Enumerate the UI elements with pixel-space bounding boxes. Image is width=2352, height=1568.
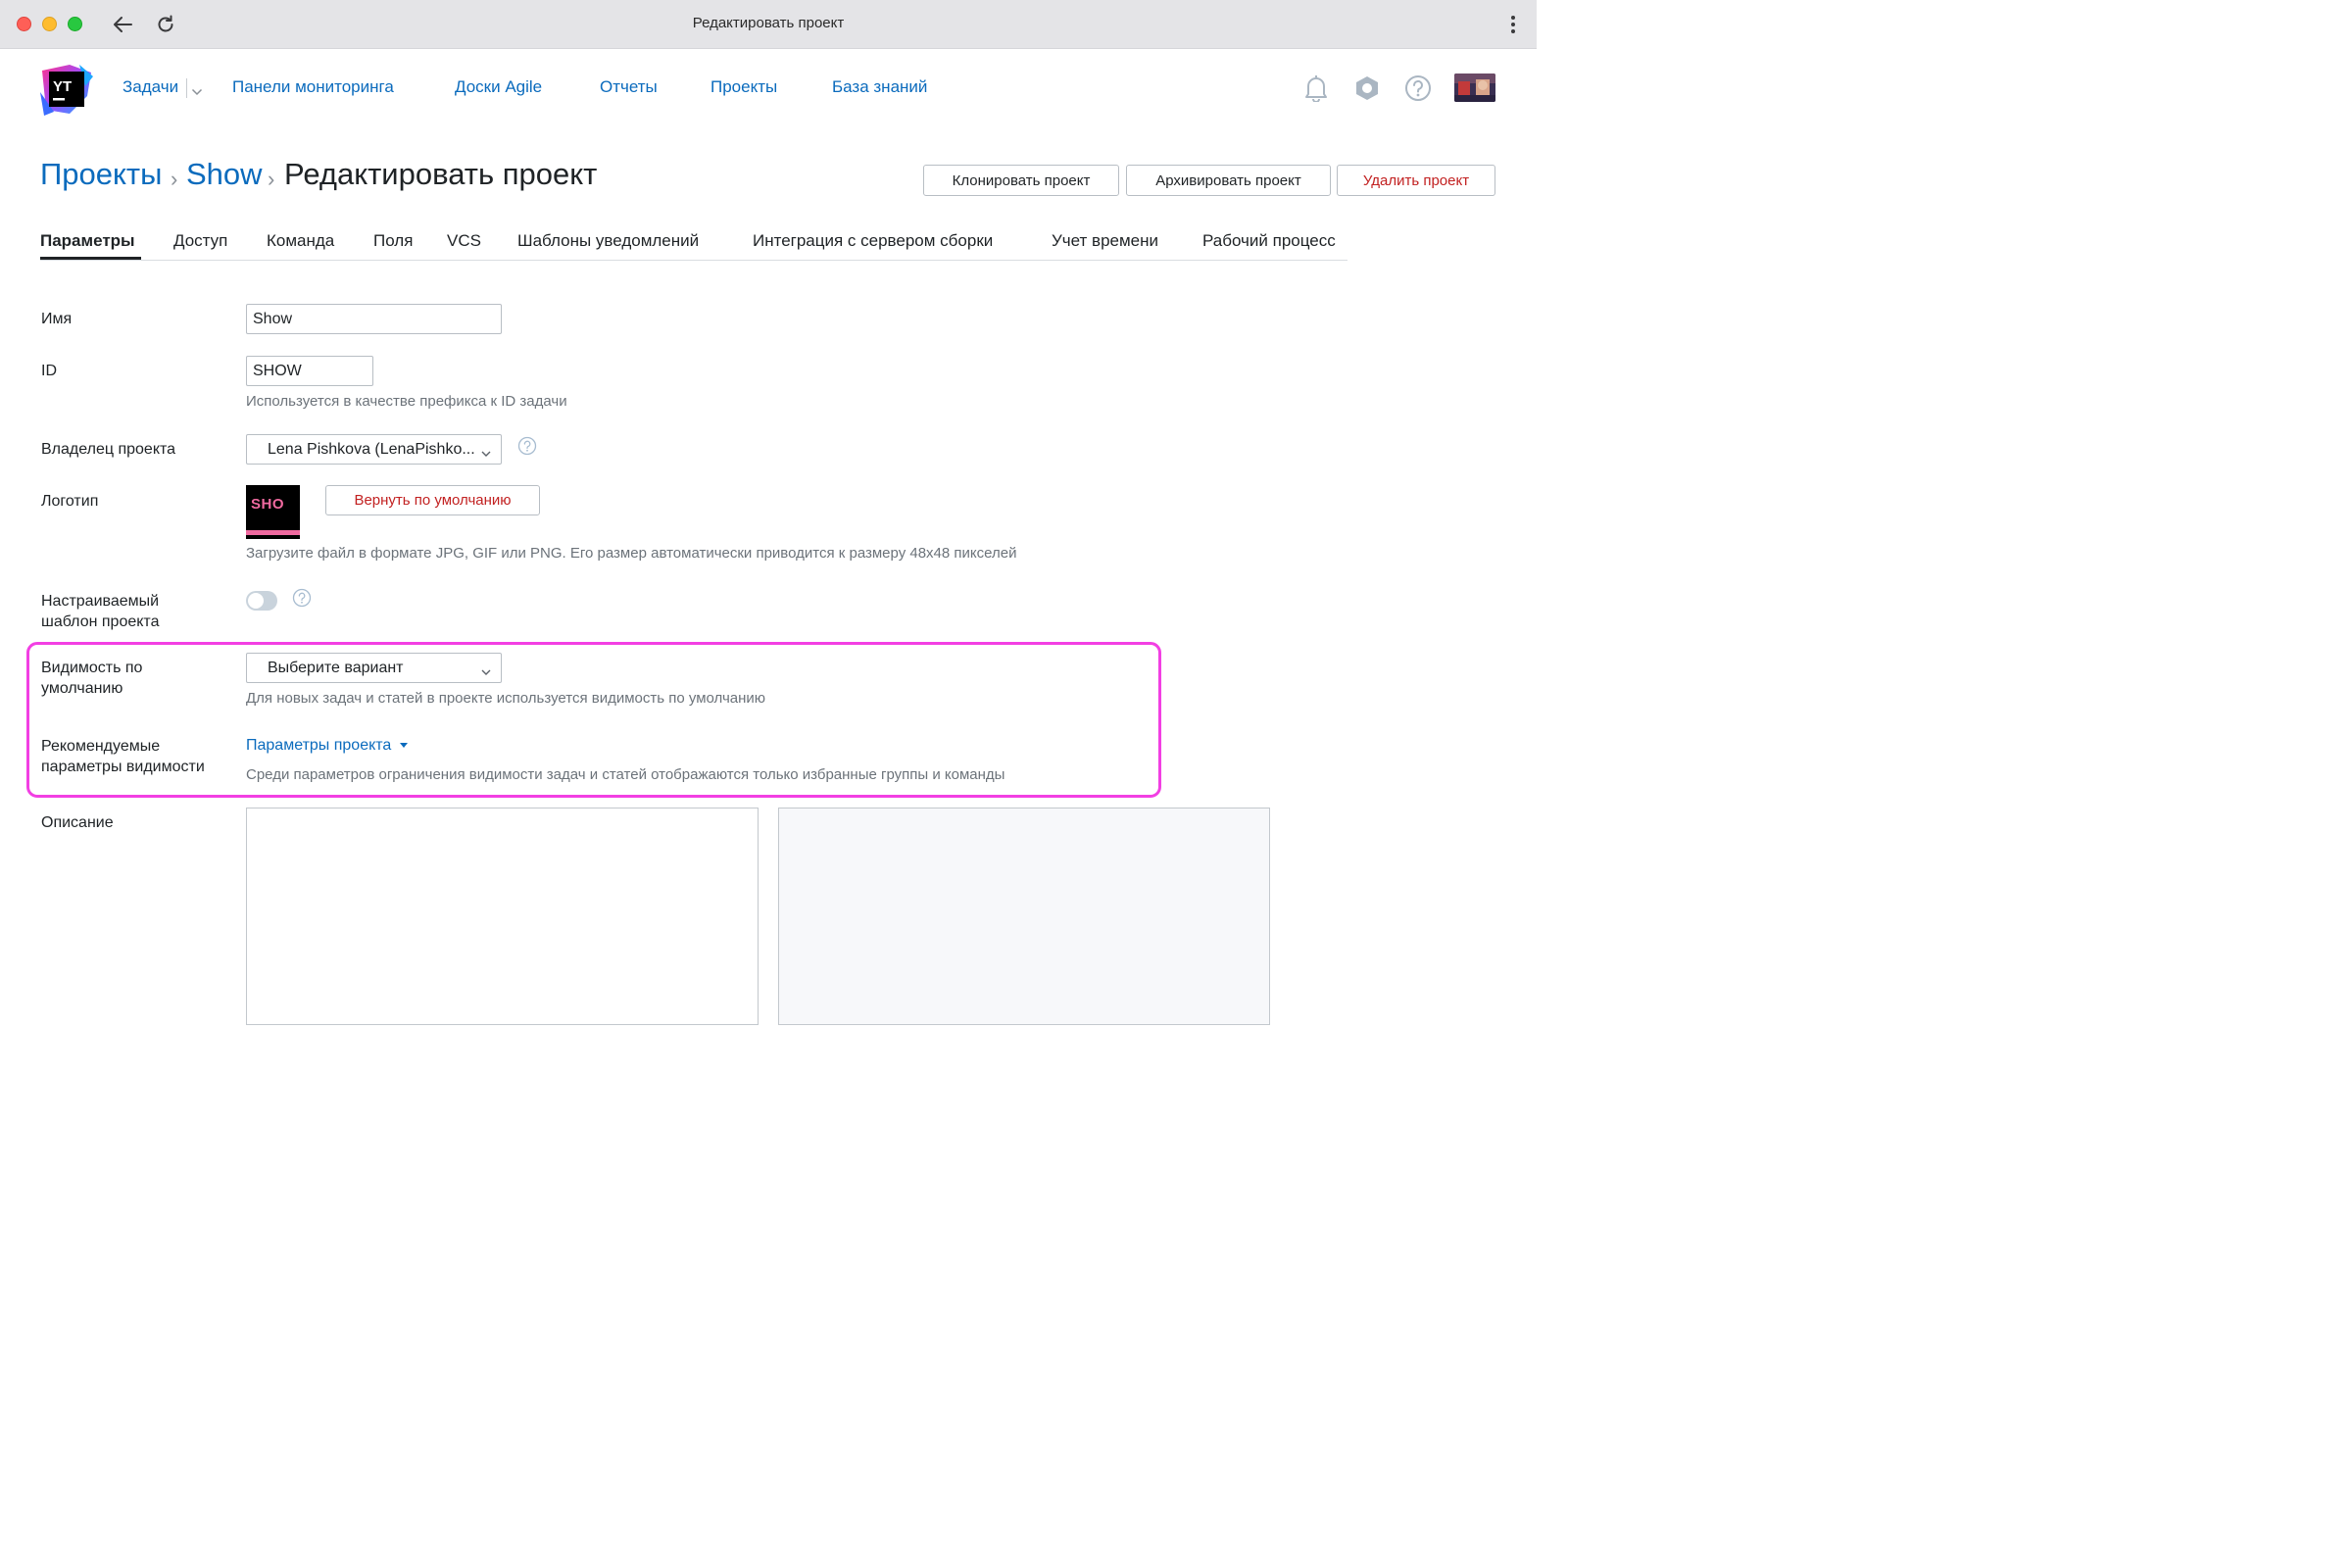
tab-fields[interactable]: Поля (373, 231, 413, 251)
recommended-visibility-hint: Среди параметров ограничения видимости з… (246, 766, 1005, 783)
page-title: Редактировать проект (284, 157, 598, 191)
gear-icon[interactable] (1352, 74, 1382, 103)
nav-dashboards[interactable]: Панели мониторинга (232, 77, 394, 97)
bell-icon[interactable] (1301, 74, 1331, 103)
visibility-label: Видимость по умолчанию (41, 658, 142, 699)
browser-titlebar: Редактировать проект (0, 0, 1537, 49)
tab-notification-templates[interactable]: Шаблоны уведомлений (517, 231, 699, 251)
name-label: Имя (41, 311, 73, 327)
caret-down-icon (399, 743, 408, 749)
custom-template-toggle[interactable] (246, 591, 277, 611)
chevron-down-icon (481, 445, 491, 463)
default-visibility-placeholder: Выберите вариант (268, 659, 404, 676)
nav-knowledge-base[interactable]: База знаний (832, 77, 927, 97)
browser-menu-icon[interactable] (1499, 11, 1527, 38)
recommended-label-line1: Рекомендуемые (41, 738, 161, 755)
nav-issues[interactable]: Задачи (122, 77, 178, 97)
project-logo-image[interactable]: SHO (246, 485, 300, 539)
active-tab-indicator (40, 257, 141, 260)
project-logo-text: SHO (251, 496, 285, 513)
tab-team[interactable]: Команда (267, 231, 334, 251)
project-name-input[interactable] (246, 304, 502, 334)
nav-projects[interactable]: Проекты (710, 77, 777, 97)
recommended-visibility-label: Рекомендуемые параметры видимости (41, 736, 205, 777)
tab-time-tracking[interactable]: Учет времени (1052, 231, 1158, 251)
visibility-label-line1: Видимость по (41, 660, 143, 676)
recommended-label-line2: параметры видимости (41, 759, 205, 775)
description-label: Описание (41, 814, 114, 831)
default-visibility-select[interactable]: Выберите вариант (246, 653, 502, 683)
template-label-line2: шаблон проекта (41, 613, 160, 630)
help-icon[interactable] (1403, 74, 1433, 103)
toggle-knob (248, 593, 264, 609)
breadcrumb-separator: › (171, 167, 178, 191)
tab-vcs[interactable]: VCS (447, 231, 481, 251)
description-preview (778, 808, 1270, 1025)
logo-hint: Загрузите файл в формате JPG, GIF или PN… (246, 545, 1017, 562)
project-settings-link[interactable]: Параметры проекта (246, 737, 391, 754)
tab-settings[interactable]: Параметры (40, 231, 135, 251)
project-logo-bar (246, 530, 300, 535)
template-help-icon[interactable] (292, 588, 312, 608)
project-id-input[interactable] (246, 356, 373, 386)
id-hint: Используется в качестве префикса к ID за… (246, 393, 567, 410)
chevron-down-icon[interactable] (191, 83, 203, 101)
visibility-hint: Для новых задач и статей в проекте испол… (246, 690, 766, 707)
breadcrumb-project-show[interactable]: Show (186, 157, 263, 192)
breadcrumb-separator: › (268, 167, 275, 191)
user-avatar[interactable] (1454, 74, 1495, 102)
breadcrumb-projects[interactable]: Проекты (40, 157, 162, 192)
tabs-divider (40, 260, 1348, 261)
template-label-line1: Настраиваемый (41, 593, 160, 610)
visibility-label-line2: умолчанию (41, 680, 123, 697)
nav-agile-boards[interactable]: Доски Agile (455, 77, 542, 97)
owner-help-icon[interactable] (517, 436, 537, 456)
nav-reports[interactable]: Отчеты (600, 77, 658, 97)
archive-project-button[interactable]: Архивировать проект (1126, 165, 1331, 196)
logo-text: YT (53, 78, 72, 95)
chevron-down-icon (481, 663, 491, 681)
logo-label: Логотип (41, 493, 99, 510)
tab-access[interactable]: Доступ (173, 231, 227, 251)
project-owner-value: Lena Pishkova (LenaPishko... (268, 440, 475, 458)
tab-workflow[interactable]: Рабочий процесс (1202, 231, 1336, 251)
nav-divider (186, 78, 187, 98)
reset-logo-button[interactable]: Вернуть по умолчанию (325, 485, 540, 515)
youtrack-logo[interactable]: YT (40, 63, 93, 116)
tab-build-server-integration[interactable]: Интеграция с сервером сборки (753, 231, 993, 251)
project-owner-select[interactable]: Lena Pishkova (LenaPishko... (246, 434, 502, 465)
delete-project-button[interactable]: Удалить проект (1337, 165, 1495, 196)
clone-project-button[interactable]: Клонировать проект (923, 165, 1119, 196)
description-editor[interactable] (246, 808, 759, 1025)
window-title: Редактировать проект (692, 15, 845, 31)
owner-label: Владелец проекта (41, 441, 176, 458)
template-label: Настраиваемый шаблон проекта (41, 591, 159, 632)
project-settings-dropdown[interactable]: Параметры проекта (246, 737, 408, 755)
id-label: ID (41, 363, 57, 379)
